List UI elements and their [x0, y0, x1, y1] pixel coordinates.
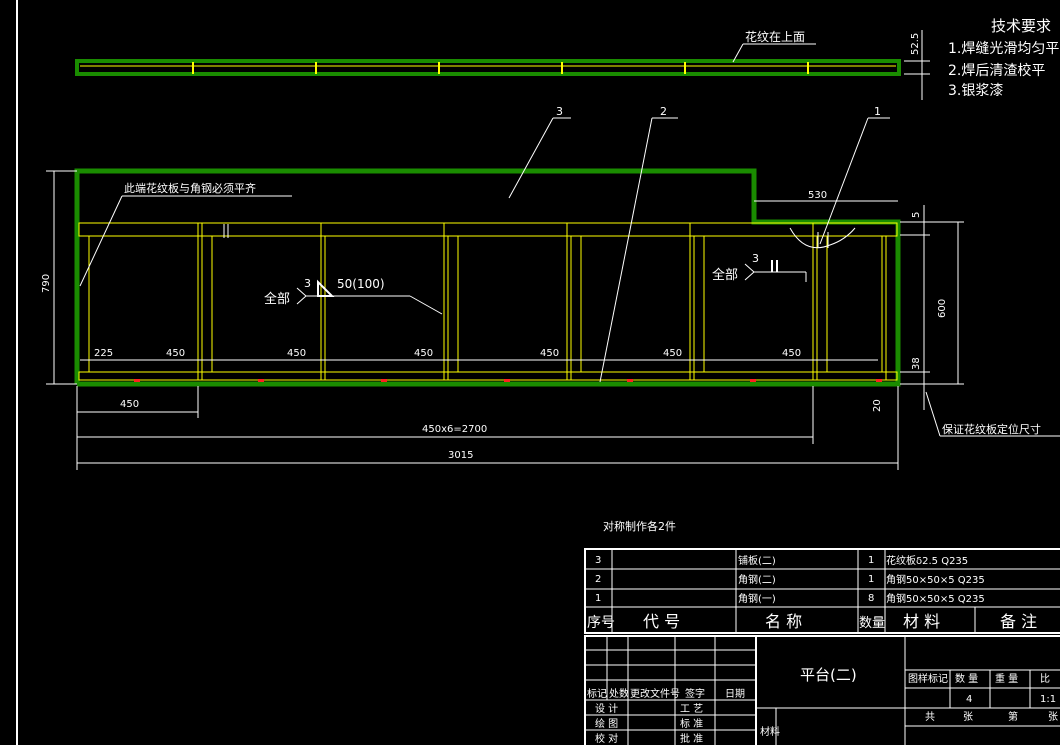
dim-pitch-1: 450	[166, 348, 185, 359]
dim-pitch-5: 450	[663, 348, 682, 359]
weld-left-spec: 50(100)	[337, 277, 385, 291]
bom-row-3-name: 角钢(一)	[738, 592, 776, 605]
scale-label: 比	[1040, 673, 1050, 685]
cad-drawing: 花纹在上面 52.5 技术要求 1.焊缝光滑均匀平 2.焊后清渣校平 3.银浆漆	[16, 0, 1060, 745]
role-standard: 标 准	[680, 718, 703, 730]
role-check: 校 对	[595, 732, 618, 745]
bom-header-code: 代 号	[643, 612, 680, 631]
bom-text: 3 铺板(二) 1 花纹板δ2.5 Q235 2 角钢(二) 1 角钢50×50…	[587, 554, 1037, 631]
weld-right-leg: 3	[752, 252, 759, 265]
top-plate-outline	[75, 59, 901, 76]
bom-row-1-qty: 1	[868, 555, 874, 566]
sheet-unit-label-2: 张	[1048, 711, 1058, 723]
weld-left-leg: 3	[304, 277, 311, 290]
role-process: 工 艺	[680, 703, 703, 715]
dim-5: 5	[911, 212, 922, 218]
frame-posts	[88, 223, 887, 380]
bom-header-qty: 数量	[859, 616, 885, 631]
bom-row-2-name: 角钢(二)	[738, 573, 776, 586]
bom-header-remark: 备 注	[1000, 612, 1037, 631]
flush-note: 此端花纹板与角钢必须平齐	[124, 181, 256, 195]
rev-label-doc: 更改文件号	[630, 687, 680, 700]
dim-530: 530	[808, 190, 827, 201]
weight-label: 重 量	[995, 672, 1018, 685]
weld-right-all: 全部	[712, 267, 738, 283]
title-block-text: 平台(二) 标记 处数 更改文件号 签字 日期 设 计 绘 图 校 对 工 艺 …	[587, 666, 1058, 745]
dim-pitch-2: 450	[287, 348, 306, 359]
role-design: 设 计	[595, 702, 618, 715]
rev-label-sign: 签字	[685, 687, 705, 700]
rev-label-count: 处数	[609, 687, 629, 700]
bom-row-1-no: 3	[595, 555, 601, 566]
tech-requirements: 技术要求 1.焊缝光滑均匀平 2.焊后清渣校平 3.银浆漆	[948, 17, 1059, 99]
stage-label: 图样标记	[908, 672, 948, 685]
tech-req-item-1: 1.焊缝光滑均匀平	[948, 40, 1059, 57]
sheet-index-label: 第	[1008, 710, 1018, 723]
bom-row-1-name: 铺板(二)	[738, 554, 776, 567]
ensure-position-note: 保证花纹板定位尺寸	[942, 422, 1041, 436]
bom-row-3-material: 角钢50×50×5 Q235	[886, 592, 985, 605]
material-label: 材料	[760, 725, 780, 738]
bom-row-3-no: 1	[595, 593, 601, 604]
drawing-name: 平台(二)	[800, 666, 857, 684]
rev-label-date: 日期	[725, 688, 745, 700]
bom-row-1-material: 花纹板δ2.5 Q235	[886, 554, 968, 567]
dim-pitch-3: 450	[414, 348, 433, 359]
dim-790: 790	[41, 274, 52, 293]
weld-left-all: 全部	[264, 291, 290, 307]
dim-38: 38	[911, 357, 922, 370]
role-approve: 批 准	[680, 732, 703, 745]
dim-600: 600	[937, 299, 948, 318]
rev-label-mark: 标记	[587, 688, 607, 700]
dim-pitch-total: 450x6=2700	[422, 424, 487, 435]
bom-header-no: 序号	[587, 615, 615, 631]
platform-outline	[74, 168, 901, 387]
front-view: 225 450 450 450 450 450 450 全部 3 50(100)…	[41, 105, 1060, 470]
top-plate-view: 花纹在上面 52.5	[75, 29, 930, 100]
bom-row-3-qty: 8	[868, 593, 874, 604]
tech-req-item-3: 3.银浆漆	[948, 83, 1003, 99]
dim-overall: 3015	[448, 450, 473, 461]
qty-value: 4	[966, 694, 972, 705]
role-drawing: 绘 图	[595, 717, 618, 730]
bom-header-name: 名 称	[765, 612, 802, 631]
qty-label: 数 量	[955, 672, 978, 685]
dim-pitch-6: 450	[782, 348, 801, 359]
bom-header-material: 材 料	[903, 612, 940, 631]
tech-req-title: 技术要求	[991, 17, 1051, 35]
dim-bottom-450: 450	[120, 399, 139, 410]
bom-row-2-qty: 1	[868, 574, 874, 585]
sheet-unit-label-1: 张	[963, 711, 973, 723]
bom-row-2-no: 2	[595, 574, 601, 585]
balloon-2: 2	[660, 105, 667, 118]
sheet-total-label: 共	[925, 711, 935, 723]
bom-row-2-material: 角钢50×50×5 Q235	[886, 573, 985, 586]
tech-req-item-2: 2.焊后清渣校平	[948, 62, 1045, 79]
dim-first-225: 225	[94, 348, 113, 359]
scale-value: 1:1	[1040, 694, 1056, 705]
pattern-on-top-note: 花纹在上面	[745, 29, 805, 44]
dim-top-thickness: 52.5	[910, 33, 921, 55]
symmetric-note: 对称制作各2件	[603, 519, 676, 533]
balloon-3: 3	[556, 105, 563, 118]
dim-pitch-4: 450	[540, 348, 559, 359]
dim-20: 20	[872, 399, 883, 412]
balloon-1: 1	[874, 105, 881, 118]
